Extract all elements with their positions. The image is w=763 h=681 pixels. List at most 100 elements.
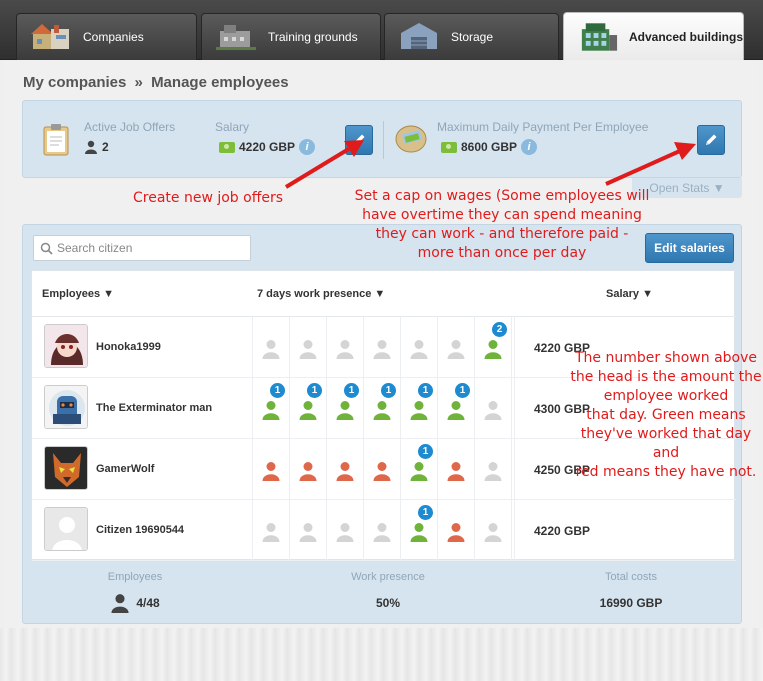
- presence-day-cell: 1: [437, 378, 474, 439]
- breadcrumb-separator: »: [134, 74, 143, 91]
- work-count-badge: 2: [491, 321, 508, 338]
- empty-person-icon: [483, 400, 503, 420]
- presence-day-cell: [437, 439, 474, 500]
- presence-day-cell: 2: [474, 317, 511, 378]
- worked-person-icon: [409, 522, 429, 542]
- annotation-line: they can work - and therefore paid -: [375, 226, 629, 242]
- edit-max-payment-button[interactable]: [697, 125, 725, 155]
- max-payment-amount: 8600 GBP: [461, 140, 518, 154]
- edit-salaries-button[interactable]: Edit salaries: [645, 233, 734, 263]
- footer-total-costs: Total costs 16990 GBP: [581, 571, 681, 610]
- bottom-texture: [0, 628, 763, 681]
- companies-icon: [31, 24, 69, 49]
- empty-person-icon: [483, 461, 503, 481]
- storage-icon: [401, 23, 437, 49]
- employee-name[interactable]: GamerWolf: [96, 463, 154, 475]
- employee-salary: 4220 GBP: [534, 524, 591, 538]
- tab-advanced-buildings[interactable]: Advanced buildings: [563, 12, 744, 61]
- empty-person-icon: [409, 339, 429, 359]
- presence-day-cell: [252, 500, 289, 561]
- advanced-buildings-icon: [581, 23, 618, 51]
- salary-label: Salary: [215, 120, 250, 134]
- pencil-icon: [706, 134, 717, 145]
- presence-day-cell: [252, 317, 289, 378]
- empty-person-icon: [483, 522, 503, 542]
- empty-person-icon: [298, 522, 318, 542]
- annotation-create-offers: Create new job offers: [132, 190, 284, 206]
- presence-day-cell: [363, 317, 400, 378]
- search-box[interactable]: [33, 235, 251, 261]
- work-count-badge: 1: [343, 382, 360, 399]
- wolf-avatar[interactable]: [44, 446, 88, 490]
- missed-person-icon: [298, 461, 318, 481]
- column-divider: [514, 439, 515, 500]
- presence-day-cell: [289, 439, 326, 500]
- annotation-line: more than once per day: [417, 245, 587, 261]
- worked-person-icon: [261, 400, 281, 420]
- annotation-line: red means they have not.: [575, 464, 757, 480]
- tab-companies[interactable]: Companies: [16, 13, 197, 60]
- empty-person-icon: [261, 339, 281, 359]
- missed-person-icon: [446, 522, 466, 542]
- tab-storage[interactable]: Storage: [384, 13, 559, 60]
- presence-day-cell: [289, 317, 326, 378]
- worked-person-icon: [372, 400, 392, 420]
- clipboard-icon: [43, 124, 69, 156]
- work-count-badge: 1: [306, 382, 323, 399]
- tab-bar: Companies Training grounds Storage Advan…: [0, 0, 763, 61]
- presence-day-cell: [437, 500, 474, 561]
- table-row[interactable]: Citizen 19690544 1 4220 GBP: [32, 500, 736, 561]
- presence-day-cell: [326, 317, 363, 378]
- person-icon: [111, 594, 129, 613]
- worked-person-icon: [298, 400, 318, 420]
- breadcrumb-current: Manage employees: [151, 74, 289, 91]
- tab-label: Storage: [451, 30, 494, 44]
- annotation-line: the head is the amount the: [570, 369, 762, 385]
- annotation-line: The number shown above: [574, 350, 757, 366]
- work-count-badge: 1: [380, 382, 397, 399]
- worked-person-icon: [446, 400, 466, 420]
- tab-label: Training grounds: [268, 30, 358, 44]
- column-divider: [511, 500, 512, 561]
- column-divider: [514, 500, 515, 561]
- presence-day-cell: [363, 500, 400, 561]
- footer-employees: Employees 4/48: [91, 571, 179, 613]
- default-avatar[interactable]: [44, 507, 88, 551]
- breadcrumb: My companies » Manage employees: [23, 74, 289, 91]
- footer-work-presence: Work presence 50%: [333, 571, 443, 610]
- annotation-line: have overtime they can spend meaning: [362, 207, 642, 223]
- footer-presence-label: Work presence: [351, 571, 425, 583]
- employee-name[interactable]: Citizen 19690544: [96, 524, 184, 536]
- tab-training-grounds[interactable]: Training grounds: [201, 13, 381, 60]
- salary-column-header[interactable]: Salary ▼: [606, 288, 653, 300]
- empty-person-icon: [372, 522, 392, 542]
- column-divider: [514, 378, 515, 439]
- employee-name[interactable]: Honoka1999: [96, 341, 161, 353]
- robot-avatar[interactable]: [44, 385, 88, 429]
- presence-day-cell: 1: [326, 378, 363, 439]
- annotation-number-explain: The number shown above the head is the a…: [566, 349, 763, 482]
- footer-employees-value: 4/48: [136, 596, 160, 610]
- presence-day-cell: 1: [363, 378, 400, 439]
- annotation-line: employee worked: [603, 388, 729, 404]
- active-job-offers-label: Active Job Offers: [84, 120, 176, 134]
- work-count-badge: 1: [269, 382, 286, 399]
- presence-column-header[interactable]: 7 days work presence ▼: [257, 288, 385, 300]
- empty-person-icon: [298, 339, 318, 359]
- employee-name[interactable]: The Exterminator man: [96, 402, 212, 414]
- footer-costs-label: Total costs: [605, 571, 657, 583]
- info-icon[interactable]: i: [521, 139, 537, 155]
- presence-day-cell: [474, 439, 511, 500]
- cash-icon: [219, 141, 235, 153]
- breadcrumb-parent-link[interactable]: My companies: [23, 74, 126, 91]
- stats-divider: [383, 121, 384, 159]
- footer-costs-value: 16990 GBP: [599, 596, 663, 610]
- work-count-badge: 1: [454, 382, 471, 399]
- employees-column-header[interactable]: Employees ▼: [42, 288, 114, 300]
- presence-day-cell: [400, 317, 437, 378]
- presence-day-cell: 1: [289, 378, 326, 439]
- column-divider: [511, 378, 512, 439]
- anime-girl-avatar[interactable]: [44, 324, 88, 368]
- search-input[interactable]: [57, 241, 237, 255]
- empty-person-icon: [446, 339, 466, 359]
